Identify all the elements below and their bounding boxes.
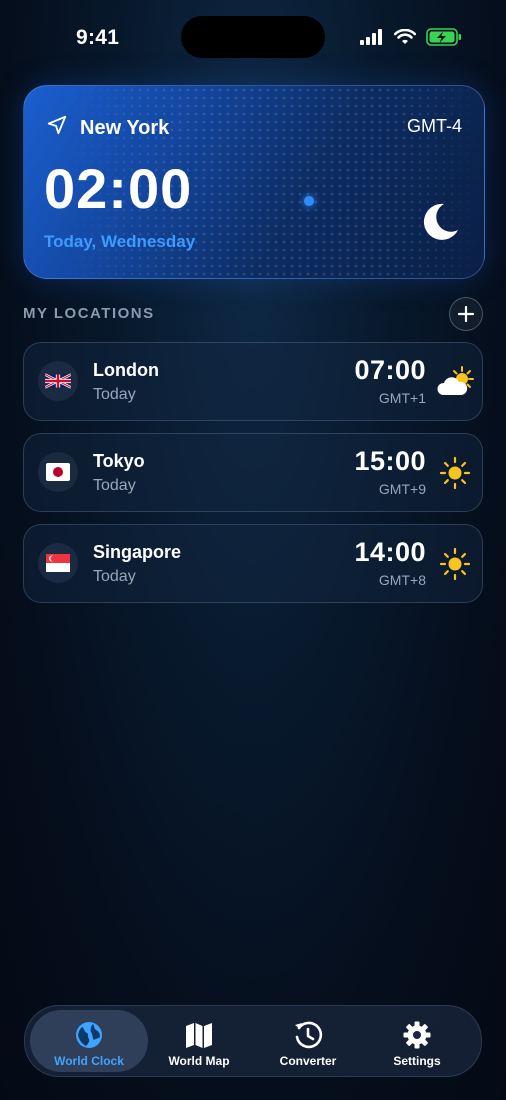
location-gmt: GMT+9 bbox=[378, 481, 426, 497]
location-time: 07:00 bbox=[354, 355, 426, 385]
location-card-tokyo[interactable]: Tokyo Today 15:00 GMT+9 bbox=[23, 433, 483, 512]
add-location-button[interactable] bbox=[449, 297, 483, 331]
location-gmt: GMT+8 bbox=[378, 572, 426, 588]
current-location-card[interactable]: New York GMT-4 02:00 Today, Wednesday bbox=[23, 85, 485, 279]
location-card-singapore[interactable]: Singapore Today 14:00 GMT+8 bbox=[23, 524, 483, 603]
location-day: Today bbox=[93, 386, 136, 403]
moon-icon bbox=[418, 200, 462, 244]
japan-flag-icon bbox=[38, 452, 78, 492]
location-city: Tokyo bbox=[93, 451, 145, 471]
status-icons bbox=[360, 28, 462, 51]
current-location: New York bbox=[46, 114, 169, 142]
tab-label: World Map bbox=[168, 1054, 230, 1068]
globe-icon bbox=[74, 1020, 104, 1050]
tab-settings[interactable]: Settings bbox=[358, 1010, 476, 1072]
location-city: London bbox=[93, 360, 159, 380]
history-clock-icon bbox=[293, 1020, 323, 1050]
tab-bar: World Clock World Map Converter Settings bbox=[24, 1005, 482, 1077]
singapore-flag-icon bbox=[38, 543, 78, 583]
tab-label: Settings bbox=[393, 1054, 441, 1068]
battery-charging-icon bbox=[426, 28, 462, 51]
current-time: 02:00 bbox=[44, 157, 193, 220]
status-bar: 9:41 bbox=[0, 0, 506, 76]
uk-flag-icon bbox=[38, 361, 78, 401]
status-time: 9:41 bbox=[76, 26, 120, 49]
location-gmt: GMT+1 bbox=[378, 390, 426, 406]
location-day: Today bbox=[93, 477, 136, 494]
map-icon bbox=[184, 1020, 214, 1050]
location-day: Today bbox=[93, 568, 136, 585]
plus-icon bbox=[458, 306, 474, 322]
partly-cloudy-icon bbox=[436, 365, 474, 399]
wifi-icon bbox=[393, 28, 417, 50]
current-date: Today, Wednesday bbox=[44, 232, 196, 251]
tab-label: World Clock bbox=[54, 1054, 124, 1068]
location-city: Singapore bbox=[93, 542, 182, 562]
sun-icon bbox=[436, 456, 474, 490]
dynamic-island bbox=[181, 16, 325, 58]
location-time: 15:00 bbox=[354, 446, 426, 476]
location-time: 14:00 bbox=[354, 537, 426, 567]
tab-world-map[interactable]: World Map bbox=[140, 1010, 258, 1072]
current-city: New York bbox=[80, 116, 170, 139]
location-card-london[interactable]: London Today 07:00 GMT+1 bbox=[23, 342, 483, 421]
tab-converter[interactable]: Converter bbox=[249, 1010, 367, 1072]
location-marker bbox=[304, 196, 314, 206]
sun-icon bbox=[436, 547, 474, 581]
gear-icon bbox=[402, 1020, 432, 1050]
tab-world-clock[interactable]: World Clock bbox=[30, 1010, 148, 1072]
section-title: MY LOCATIONS bbox=[23, 305, 155, 322]
tab-label: Converter bbox=[279, 1054, 337, 1068]
cellular-signal-icon bbox=[360, 29, 384, 50]
current-gmt: GMT-4 bbox=[406, 116, 462, 136]
location-arrow-icon bbox=[46, 114, 68, 142]
